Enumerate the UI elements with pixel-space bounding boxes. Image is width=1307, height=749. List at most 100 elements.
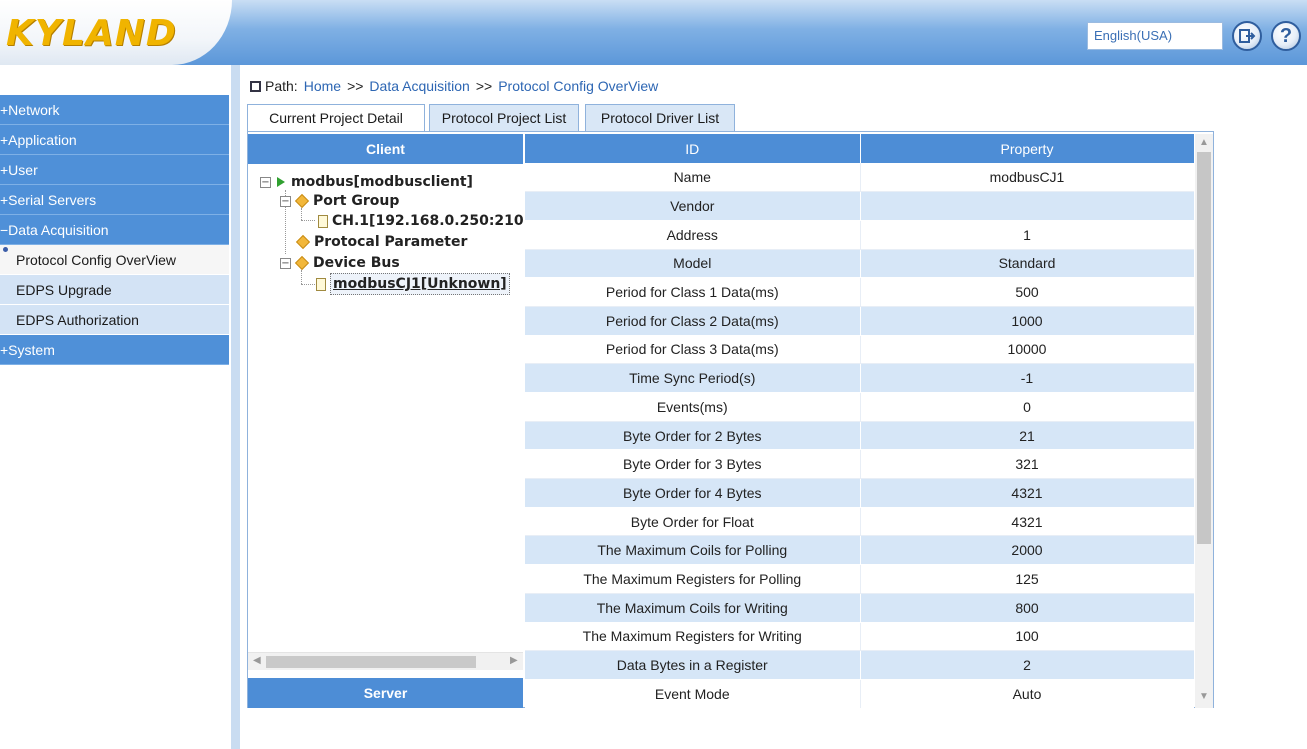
document-icon — [318, 214, 328, 228]
property-value-cell: 0 — [860, 392, 1194, 422]
tree-node-root[interactable]: − modbus[modbusclient] — [260, 172, 473, 192]
property-value-cell: 2000 — [860, 535, 1194, 566]
table-row[interactable]: The Maximum Registers for Writing 100 — [525, 622, 1194, 652]
table-row[interactable]: Event Mode Auto — [525, 679, 1194, 708]
path-icon — [250, 80, 261, 92]
property-value-cell: 1 — [860, 220, 1194, 250]
collapse-icon[interactable]: − — [280, 195, 291, 207]
collapse-icon[interactable]: − — [280, 257, 291, 269]
tree-node-device[interactable]: modbusCJ1[Unknown] — [316, 273, 510, 295]
logo-area: KYLAND — [0, 0, 232, 65]
help-icon: ? — [1279, 24, 1293, 47]
sidebar-item-user[interactable]: +User — [0, 155, 229, 185]
table-row[interactable]: Events(ms) 0 — [525, 392, 1194, 422]
tab-protocol-project-list[interactable]: Protocol Project List — [429, 104, 579, 131]
table-row[interactable]: Period for Class 1 Data(ms) 500 — [525, 277, 1194, 307]
scroll-up-icon[interactable]: ▲ — [1199, 137, 1209, 148]
breadcrumb-separator: >> — [475, 78, 493, 94]
table-row[interactable]: Byte Order for 3 Bytes 321 — [525, 449, 1194, 480]
property-value-cell: 500 — [860, 277, 1194, 307]
scrollbar-thumb[interactable] — [1197, 152, 1211, 544]
tree-connector — [301, 284, 315, 285]
property-value-cell: 1000 — [860, 306, 1194, 336]
server-header[interactable]: Server — [248, 678, 523, 708]
scrollbar-thumb[interactable] — [266, 656, 476, 668]
property-value-cell: modbusCJ1 — [860, 163, 1194, 193]
table-header-row: ID Property — [525, 134, 1194, 163]
property-value-cell: 100 — [860, 622, 1194, 652]
tab-protocol-driver-list[interactable]: Protocol Driver List — [585, 104, 735, 131]
property-id-cell: Byte Order for Float — [525, 507, 861, 537]
table-row[interactable]: The Maximum Coils for Polling 2000 — [525, 535, 1194, 566]
scroll-left-icon[interactable]: ◀ — [253, 655, 261, 666]
property-value-cell — [860, 191, 1194, 221]
property-id-cell: The Maximum Coils for Polling — [525, 535, 861, 566]
property-id-cell: The Maximum Registers for Writing — [525, 622, 861, 652]
property-id-cell: Name — [525, 163, 861, 193]
property-value-cell: Auto — [860, 679, 1194, 708]
sidebar-item-system[interactable]: +System — [0, 335, 229, 365]
tree-node-label: modbusCJ1[Unknown] — [330, 273, 510, 295]
language-select[interactable]: English(USA) — [1087, 22, 1223, 50]
tree-node-label: CH.1[192.168.0.250:210 — [332, 213, 523, 229]
help-button[interactable]: ? — [1271, 21, 1301, 51]
tree-node-protocal-parameter[interactable]: Protocal Parameter — [295, 232, 468, 252]
sidebar-item-network[interactable]: +Network — [0, 95, 229, 125]
property-id-cell: Byte Order for 4 Bytes — [525, 478, 861, 508]
breadcrumb-home-link[interactable]: Home — [304, 76, 341, 96]
property-id-cell: Period for Class 3 Data(ms) — [525, 335, 861, 365]
tree-node-label: Device Bus — [313, 255, 400, 271]
sidebar-item-serial-servers[interactable]: +Serial Servers — [0, 185, 229, 215]
breadcrumb-separator: >> — [347, 78, 364, 94]
table-vertical-scrollbar[interactable]: ▲ ▼ — [1195, 134, 1213, 708]
table-row[interactable]: Byte Order for Float 4321 — [525, 507, 1194, 537]
table-row[interactable]: Vendor — [525, 191, 1194, 221]
table-row[interactable]: Model Standard — [525, 249, 1194, 279]
property-table-container: ID Property Name modbusCJ1 Vendor Address 1 M… — [525, 134, 1194, 708]
table-row[interactable]: Address 1 — [525, 220, 1194, 250]
table-row[interactable]: Time Sync Period(s) -1 — [525, 363, 1194, 393]
table-row[interactable]: Byte Order for 2 Bytes 21 — [525, 421, 1194, 451]
table-row[interactable]: Period for Class 2 Data(ms) 1000 — [525, 306, 1194, 336]
table-row[interactable]: Period for Class 3 Data(ms) 10000 — [525, 335, 1194, 365]
table-row[interactable]: Data Bytes in a Register 2 — [525, 650, 1194, 680]
tree-node-channel[interactable]: CH.1[192.168.0.250:210 — [318, 211, 523, 231]
property-id-cell: The Maximum Coils for Writing — [525, 593, 861, 623]
property-id-cell: Time Sync Period(s) — [525, 363, 861, 393]
collapse-icon[interactable]: − — [260, 176, 271, 188]
property-table: ID Property Name modbusCJ1 Vendor Address 1 M… — [525, 134, 1194, 708]
logout-icon — [1239, 29, 1256, 43]
tree-node-device-bus[interactable]: − Device Bus — [280, 253, 400, 273]
sidebar-item-protocol-config-overview[interactable]: Protocol Config OverView — [0, 245, 229, 275]
sidebar-item-application[interactable]: +Application — [0, 125, 229, 155]
client-tree: − modbus[modbusclient] − Port Group CH.1… — [248, 164, 523, 652]
kyland-logo: KYLAND — [6, 13, 177, 54]
sidebar-item-edps-upgrade[interactable]: EDPS Upgrade — [0, 275, 229, 305]
sidebar-item-edps-authorization[interactable]: EDPS Authorization — [0, 305, 229, 335]
table-row[interactable]: The Maximum Registers for Polling 125 — [525, 564, 1194, 594]
property-value-cell: 125 — [860, 564, 1194, 594]
table-row[interactable]: Byte Order for 4 Bytes 4321 — [525, 478, 1194, 508]
tab-current-project-detail[interactable]: Current Project Detail — [247, 104, 425, 132]
property-id-cell: Vendor — [525, 191, 861, 221]
breadcrumb-current-page[interactable]: Protocol Config OverView — [498, 76, 658, 96]
property-id-cell: Byte Order for 3 Bytes — [525, 449, 861, 480]
table-row[interactable]: The Maximum Coils for Writing 800 — [525, 593, 1194, 623]
scroll-down-icon[interactable]: ▼ — [1199, 691, 1209, 702]
scroll-right-icon[interactable]: ▶ — [510, 655, 518, 666]
property-table-body: Name modbusCJ1 Vendor Address 1 Model Standard… — [525, 163, 1194, 708]
tree-node-label: Protocal Parameter — [314, 234, 468, 250]
folder-icon — [294, 255, 310, 271]
property-value-cell: 4321 — [860, 507, 1194, 537]
tree-horizontal-scrollbar[interactable]: ◀ ▶ — [248, 652, 523, 670]
property-value-cell: 800 — [860, 593, 1194, 623]
tree-node-port-group[interactable]: − Port Group — [280, 191, 399, 211]
property-value-cell: Standard — [860, 249, 1194, 279]
property-value-cell: 2 — [860, 650, 1194, 680]
property-id-cell: Data Bytes in a Register — [525, 650, 861, 680]
logout-button[interactable] — [1232, 21, 1262, 51]
tree-node-label: Port Group — [313, 193, 400, 209]
sidebar-item-data-acquisition[interactable]: −Data Acquisition — [0, 215, 229, 245]
breadcrumb-data-acquisition-link[interactable]: Data Acquisition — [369, 76, 469, 96]
table-row[interactable]: Name modbusCJ1 — [525, 163, 1194, 193]
